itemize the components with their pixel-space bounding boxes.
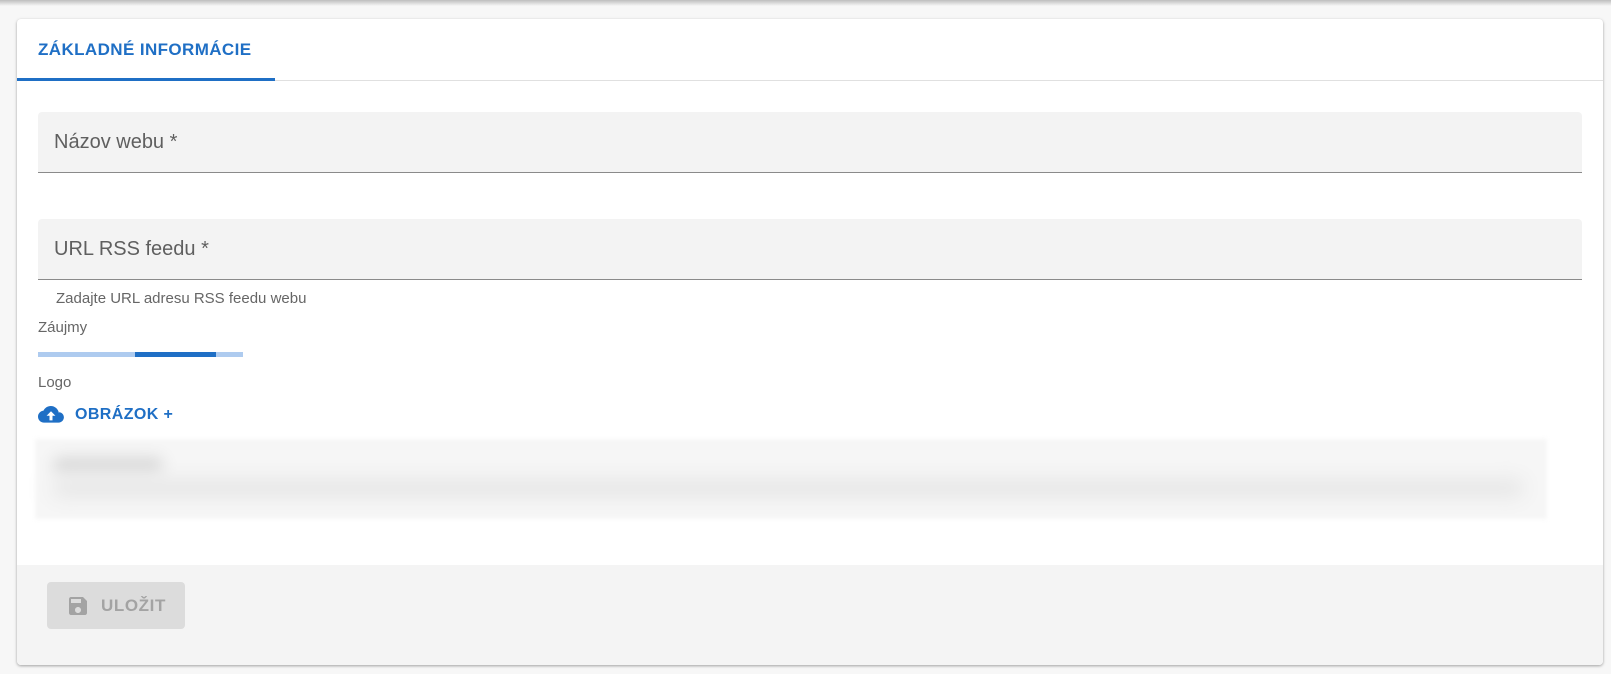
rss-url-label: URL RSS feedu * [54, 238, 209, 260]
form-footer: ULOŽIT [17, 565, 1603, 665]
tab-basic-info[interactable]: ZÁKLADNÉ INFORMÁCIE [17, 19, 275, 81]
tab-basic-info-label: ZÁKLADNÉ INFORMÁCIE [38, 40, 252, 59]
logo-label: Logo [38, 374, 72, 391]
interests-loading-bar [135, 352, 216, 357]
form-card: ZÁKLADNÉ INFORMÁCIE Názov webu * URL RSS… [17, 19, 1603, 665]
save-button-label: ULOŽIT [101, 595, 166, 615]
cloud-upload-icon [38, 405, 64, 425]
interests-label: Záujmy [38, 319, 88, 336]
top-shadow [0, 0, 1611, 6]
site-name-field[interactable]: Názov webu * [38, 112, 1582, 173]
save-icon [69, 596, 87, 615]
site-name-label: Názov webu * [54, 131, 178, 153]
tab-bar: ZÁKLADNÉ INFORMÁCIE [17, 19, 1603, 81]
tab-active-indicator [17, 78, 275, 81]
rss-url-field[interactable]: URL RSS feedu * [38, 219, 1582, 280]
blurred-content-area [35, 439, 1547, 519]
rss-url-helper-text: Zadajte URL adresu RSS feedu webu [56, 290, 307, 307]
upload-image-button[interactable]: OBRÁZOK + [38, 399, 173, 431]
upload-image-label: OBRÁZOK + [75, 406, 174, 423]
save-button[interactable]: ULOŽIT [47, 582, 185, 629]
interests-loading-indicator [38, 352, 243, 357]
